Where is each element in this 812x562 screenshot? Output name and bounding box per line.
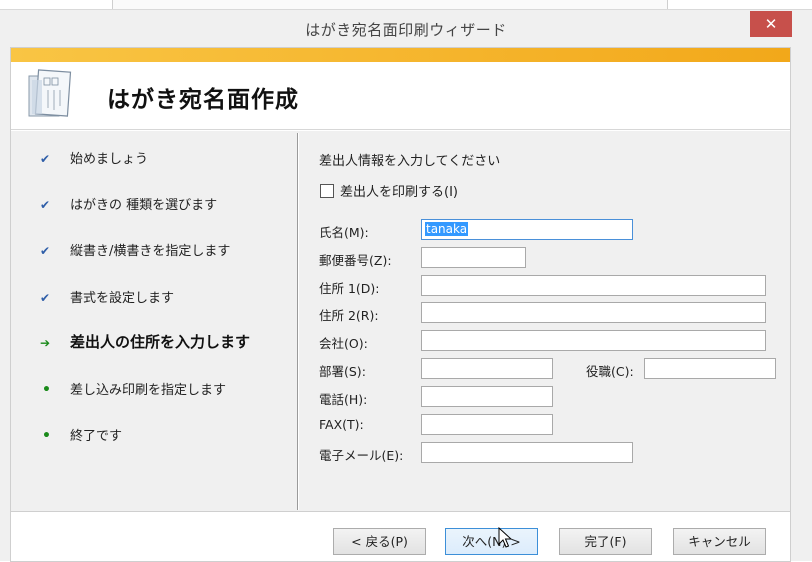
bullet-icon: • xyxy=(42,382,51,398)
accent-bar xyxy=(11,48,790,62)
bullet-icon: • xyxy=(42,428,51,444)
step-label: 差出人の住所を入力します xyxy=(70,333,251,351)
address2-label: 住所 2(R): xyxy=(319,308,379,323)
step-item-card-type: ✔ はがきの 種類を選びます xyxy=(40,194,217,213)
back-button[interactable]: < 戻る(P) xyxy=(333,528,426,555)
phone-label: 電話(H): xyxy=(319,392,368,407)
check-icon: ✔ xyxy=(40,291,51,305)
step-item-finish: • 終了です xyxy=(40,425,122,444)
email-label: 電子メール(E): xyxy=(319,448,404,463)
mouse-cursor-icon xyxy=(498,527,512,548)
company-label: 会社(O): xyxy=(319,336,368,351)
postcard-document-icon xyxy=(28,69,72,117)
phone-field[interactable] xyxy=(421,386,553,407)
job-title-label: 役職(C): xyxy=(586,364,634,379)
fax-field[interactable] xyxy=(421,414,553,435)
next-button[interactable]: 次へ(N) > xyxy=(445,528,538,555)
finish-button[interactable]: 完了(F) xyxy=(559,528,652,555)
wizard-body: ✔ 始めましょう ✔ はがきの 種類を選びます ✔ 縦書き/横書きを指定します ✔ 書式… xyxy=(11,131,790,511)
step-label: 縦書き/横書きを指定します xyxy=(70,244,231,259)
window-title: はがき宛名面印刷ウィザード xyxy=(305,21,507,39)
postal-field[interactable] xyxy=(421,247,526,268)
step-label: 書式を設定します xyxy=(70,291,175,306)
wizard-header: はがき宛名面作成 xyxy=(11,62,790,130)
close-button[interactable]: ✕ xyxy=(750,11,792,37)
postal-label: 郵便番号(Z): xyxy=(319,253,392,268)
print-sender-checkbox[interactable]: 差出人を印刷する(I) xyxy=(320,181,458,200)
job-title-field[interactable] xyxy=(644,358,776,379)
checkbox-box[interactable] xyxy=(320,183,334,198)
check-icon: ✔ xyxy=(40,244,51,258)
background-window-edge xyxy=(112,0,668,9)
title-bar[interactable]: はがき宛名面印刷ウィザード ✕ xyxy=(0,10,812,47)
step-item-format: ✔ 書式を設定します xyxy=(40,287,174,306)
sender-form: 差出人情報を入力してください 差出人を印刷する(I) 氏名(M): tanaka… xyxy=(308,131,790,511)
step-label: はがきの 種類を選びます xyxy=(70,198,218,213)
wizard-dialog: はがき宛名面印刷ウィザード ✕ はがき宛名面作成 ✔ 始めましょう ✔ はがきの… xyxy=(0,9,812,562)
step-label: 終了です xyxy=(70,429,123,444)
check-icon: ✔ xyxy=(40,152,51,166)
arrow-right-icon: ➔ xyxy=(40,336,51,350)
step-item-orientation: ✔ 縦書き/横書きを指定します xyxy=(40,240,230,259)
department-label: 部署(S): xyxy=(319,364,366,379)
company-field[interactable] xyxy=(421,330,766,351)
check-icon: ✔ xyxy=(40,198,51,212)
steps-panel: ✔ 始めましょう ✔ はがきの 種類を選びます ✔ 縦書き/横書きを指定します ✔ 書式… xyxy=(11,131,298,511)
step-item-sender-address: ➔ 差出人の住所を入力します xyxy=(40,331,250,352)
address1-field[interactable] xyxy=(421,275,766,296)
cancel-button[interactable]: キャンセル xyxy=(673,528,766,555)
close-icon: ✕ xyxy=(764,15,778,33)
panel-divider xyxy=(297,133,299,510)
wizard-content: はがき宛名面作成 ✔ 始めましょう ✔ はがきの 種類を選びます ✔ 縦書き/横書きを… xyxy=(10,47,791,562)
step-item-merge: • 差し込み印刷を指定します xyxy=(40,379,226,398)
address2-field[interactable] xyxy=(421,302,766,323)
step-item-start: ✔ 始めましょう xyxy=(40,148,148,167)
step-label: 始めましょう xyxy=(70,152,149,167)
name-field[interactable]: tanaka xyxy=(421,219,633,240)
address1-label: 住所 1(D): xyxy=(319,281,380,296)
name-label: 氏名(M): xyxy=(319,225,369,240)
fax-label: FAX(T): xyxy=(319,417,364,432)
email-field[interactable] xyxy=(421,442,633,463)
name-value: tanaka xyxy=(425,222,469,236)
print-sender-label: 差出人を印刷する(I) xyxy=(340,185,458,200)
department-field[interactable] xyxy=(421,358,553,379)
step-label: 差し込み印刷を指定します xyxy=(70,383,227,398)
page-title: はがき宛名面作成 xyxy=(107,87,299,113)
form-instruction: 差出人情報を入力してください xyxy=(319,154,501,169)
footer-divider xyxy=(11,511,790,512)
